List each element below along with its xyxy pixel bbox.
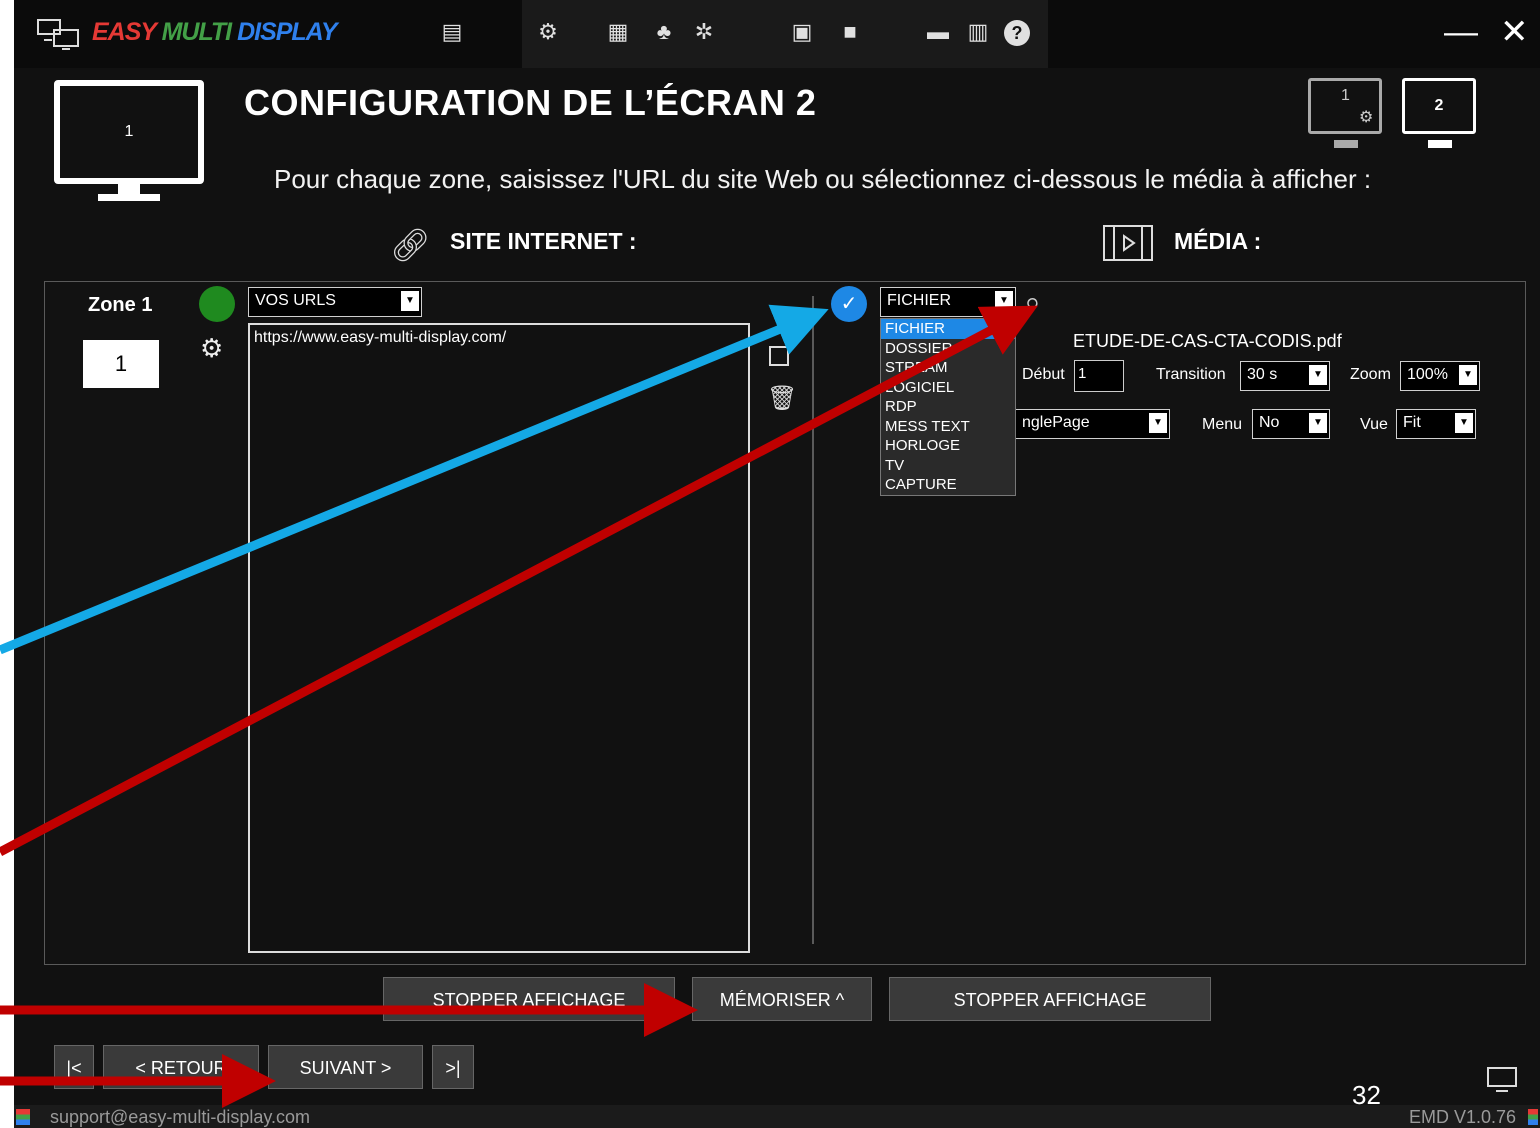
annotation-arrows — [0, 304, 1038, 1108]
blue-arrow-to-check — [0, 304, 829, 655]
